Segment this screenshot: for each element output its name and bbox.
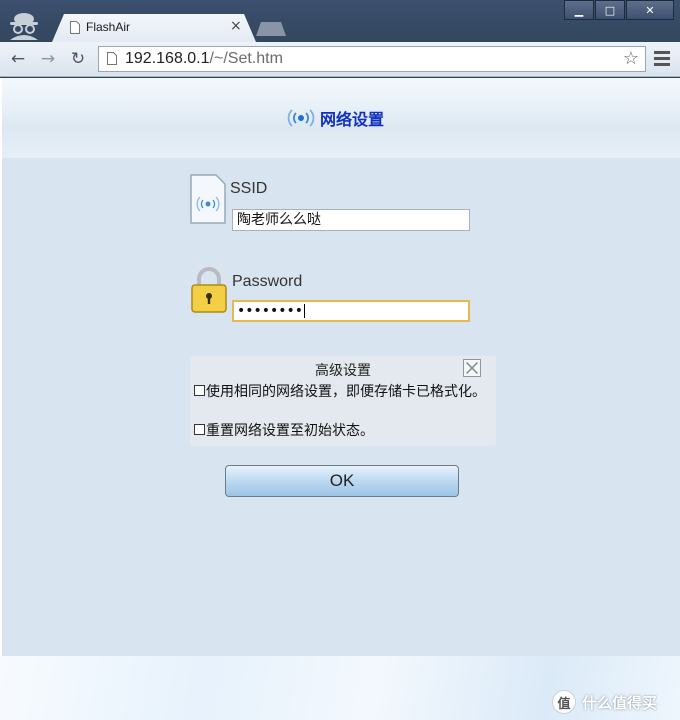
password-value: •••••••• [237, 303, 304, 319]
checkbox[interactable] [194, 384, 205, 396]
watermark-badge: 值 [552, 690, 576, 714]
watermark-text: 什么值得买 [582, 693, 658, 712]
close-tab-icon[interactable]: × [230, 18, 242, 34]
new-tab-button[interactable] [256, 22, 286, 36]
sd-card-icon [190, 174, 226, 224]
forward-arrow-icon[interactable]: → [38, 49, 58, 69]
text-caret [304, 304, 306, 318]
reload-icon[interactable]: ↻ [68, 49, 88, 69]
page-icon [107, 52, 117, 65]
maximize-button[interactable]: □ [595, 0, 625, 20]
ssid-label: SSID [230, 180, 268, 197]
back-arrow-icon[interactable]: ← [8, 49, 28, 69]
minimize-button[interactable]: ▁ [564, 0, 594, 20]
close-icon[interactable] [463, 359, 481, 377]
ok-button[interactable]: OK [225, 465, 459, 497]
page-icon [70, 21, 80, 34]
address-bar[interactable]: 192.168.0.1/~/Set.htm ☆ [98, 46, 646, 72]
url-text: 192.168.0.1/~/Set.htm [125, 50, 283, 68]
option-label: 重置网络设置至初始状态。 [206, 423, 374, 439]
page-title: 网络设置 [320, 110, 385, 129]
browser-toolbar: ← → ↻ 192.168.0.1/~/Set.htm ☆ [0, 42, 680, 77]
lock-icon [191, 267, 227, 313]
url-path: /~/Set.htm [209, 50, 283, 67]
watermark: 值 什么值得买 [552, 690, 657, 714]
browser-tab[interactable]: FlashAir × [52, 14, 256, 42]
option-reset-settings[interactable]: 重置网络设置至初始状态。 [194, 422, 492, 440]
browser-chrome: FlashAir × ▁ □ ✕ ← → ↻ 192.168.0.1/~/Set… [0, 0, 680, 78]
page-title-group: 网络设置 [286, 106, 384, 130]
wireless-icon [287, 109, 315, 127]
incognito-icon [10, 13, 38, 40]
menu-icon[interactable] [654, 51, 670, 69]
close-window-button[interactable]: ✕ [626, 0, 674, 20]
page-header: 网络设置 [2, 78, 680, 158]
window-controls: ▁ □ ✕ [563, 0, 674, 20]
bookmark-star-icon[interactable]: ☆ [623, 48, 639, 69]
tab-title: FlashAir [86, 20, 131, 34]
option-label: 使用相同的网络设置，即便存储卡已格式化。 [206, 384, 486, 400]
checkbox[interactable] [194, 423, 205, 435]
url-host: 192.168.0.1 [125, 50, 210, 67]
page-content: 网络设置 SSID 陶老师么么哒 Password •••••••• 高级设置 … [2, 78, 680, 656]
password-label: Password [232, 273, 303, 290]
option-keep-settings[interactable]: 使用相同的网络设置，即便存储卡已格式化。 [194, 383, 492, 401]
advanced-settings-title: 高级设置 [315, 363, 371, 379]
password-input[interactable]: •••••••• [232, 300, 470, 322]
advanced-settings-panel: 高级设置 使用相同的网络设置，即便存储卡已格式化。 重置网络设置至初始状态。 [190, 356, 496, 446]
ssid-input[interactable]: 陶老师么么哒 [232, 209, 470, 231]
